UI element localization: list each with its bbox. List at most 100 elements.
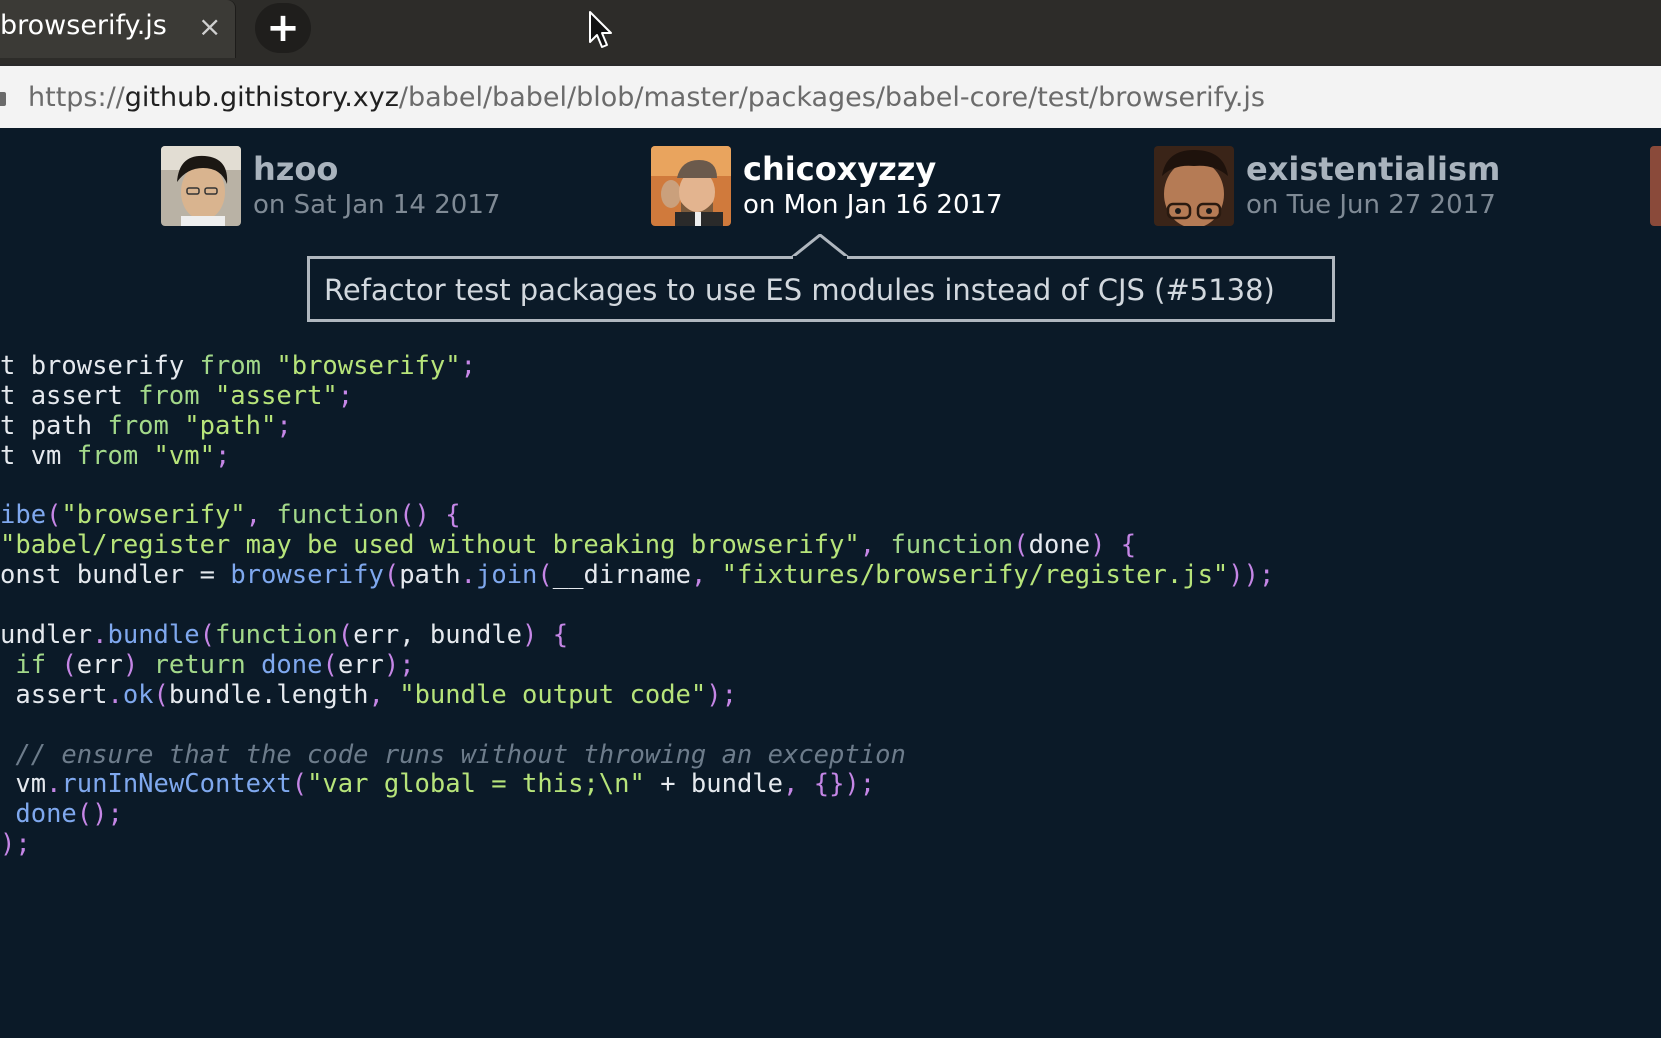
commit-message: Refactor test packages to use ES modules… xyxy=(324,273,1275,307)
code-token: ( xyxy=(199,620,215,651)
close-icon[interactable]: × xyxy=(198,13,221,41)
code-token: . xyxy=(46,769,62,800)
code-line: // ensure that the code runs without thr… xyxy=(0,740,1274,771)
tab-browserify[interactable]: browserify.js × xyxy=(0,0,236,58)
code-token: , xyxy=(859,530,891,561)
code-token: ( xyxy=(537,560,553,591)
code-line: done(); xyxy=(0,799,1274,830)
address-bar[interactable]: https://github.githistory.xyz/babel/babe… xyxy=(0,64,1661,128)
code-token: ( xyxy=(153,679,169,710)
code-token: ; xyxy=(214,440,231,471)
mouse-cursor-icon xyxy=(589,11,612,48)
code-token: + bundle xyxy=(644,769,784,800)
avatar[interactable] xyxy=(1650,146,1661,226)
code-token: ; xyxy=(337,380,354,411)
code-token: ; xyxy=(276,410,292,441)
code-line: assert.ok(bundle.length, "bundle output … xyxy=(0,679,1274,711)
url-path: /babel/babel/blob/master/packages/babel-… xyxy=(398,82,1265,113)
code-token: from xyxy=(76,440,139,471)
code-token: . xyxy=(107,679,123,710)
code-token: "babel/register may be used without brea… xyxy=(0,530,860,561)
code-view[interactable]: t browserify from "browserify"; t assert … xyxy=(0,351,1275,860)
avatar xyxy=(651,146,731,226)
code-token: "fixtures/browserify/register.js" xyxy=(721,560,1229,591)
code-token: from xyxy=(107,410,169,441)
code-token: err xyxy=(76,649,123,680)
code-token: t path xyxy=(0,410,108,441)
code-token: ( xyxy=(291,769,308,800)
code-token: "path" xyxy=(184,410,277,441)
code-token: (); xyxy=(76,799,123,830)
code-line: t assert from "assert"; xyxy=(0,380,1274,412)
code-token: , xyxy=(368,679,400,710)
code-token: )); xyxy=(1228,560,1275,591)
commit-date: on Mon Jan 16 2017 xyxy=(743,190,1003,220)
code-token: ) xyxy=(122,649,139,680)
code-token: undler xyxy=(0,620,93,651)
code-token: t browserify xyxy=(0,351,200,381)
url-text[interactable]: https://github.githistory.xyz/babel/babe… xyxy=(28,82,1265,113)
code-token: . xyxy=(92,620,108,651)
code-token: __dirname xyxy=(552,560,691,591)
commit-date: on Sat Jan 14 2017 xyxy=(253,190,501,220)
code-line: vm.runInNewContext("var global = this;\n… xyxy=(0,770,1274,800)
code-token: ( xyxy=(46,500,62,531)
code-token: done xyxy=(15,799,77,830)
code-token: function xyxy=(890,530,1014,561)
code-line: t browserify from "browserify"; xyxy=(0,351,1274,382)
code-token: "var global = this;\n" xyxy=(307,769,645,800)
code-token: () { xyxy=(399,500,461,531)
code-token: ); xyxy=(706,679,737,710)
avatar xyxy=(161,146,241,226)
code-token: "browserify" xyxy=(276,351,461,381)
code-token: path xyxy=(399,560,461,591)
commit-author: chicoxyzzy xyxy=(743,150,937,188)
code-token: , xyxy=(690,560,722,591)
tooltip-arrow-base xyxy=(793,256,847,259)
code-token: ( xyxy=(383,560,400,591)
code-token: t vm xyxy=(0,440,77,471)
code-token: t assert xyxy=(0,380,139,411)
lock-icon xyxy=(0,92,6,106)
code-token: onst bundler xyxy=(0,560,200,591)
code-token: runInNewContext xyxy=(61,769,292,800)
code-token: done xyxy=(1028,530,1091,561)
code-token: ok xyxy=(122,679,154,710)
code-token: ; xyxy=(460,351,476,381)
tab-bar: browserify.js × + xyxy=(0,0,1661,64)
code-token: ) { xyxy=(522,620,569,651)
code-line: ); xyxy=(0,829,1274,860)
code-line: if (err) return done(err); xyxy=(0,649,1274,681)
code-token: ibe xyxy=(0,500,47,531)
code-line: undler.bundle(function(err, bundle) { xyxy=(0,620,1274,651)
code-token: , {}); xyxy=(783,769,876,800)
new-tab-button[interactable]: + xyxy=(255,3,311,53)
code-line: onst bundler = browserify(path.join(__di… xyxy=(0,560,1275,591)
commit-message-box: Refactor test packages to use ES modules… xyxy=(307,256,1335,322)
code-token: err xyxy=(337,649,384,680)
code-token: , xyxy=(245,500,277,531)
code-token: ( xyxy=(337,620,354,651)
code-token: browserify xyxy=(230,560,384,591)
code-line: "babel/register may be used without brea… xyxy=(0,530,1274,561)
code-token: ( xyxy=(322,649,338,680)
code-token: "vm" xyxy=(153,440,215,471)
code-token: return xyxy=(153,649,246,680)
code-token: done xyxy=(261,649,323,680)
code-token: "assert" xyxy=(214,380,338,411)
code-token: = xyxy=(199,560,215,591)
code-line: t vm from "vm"; xyxy=(0,440,1274,472)
code-token: bundle.length xyxy=(168,679,369,710)
code-token: "bundle output code" xyxy=(399,679,707,710)
